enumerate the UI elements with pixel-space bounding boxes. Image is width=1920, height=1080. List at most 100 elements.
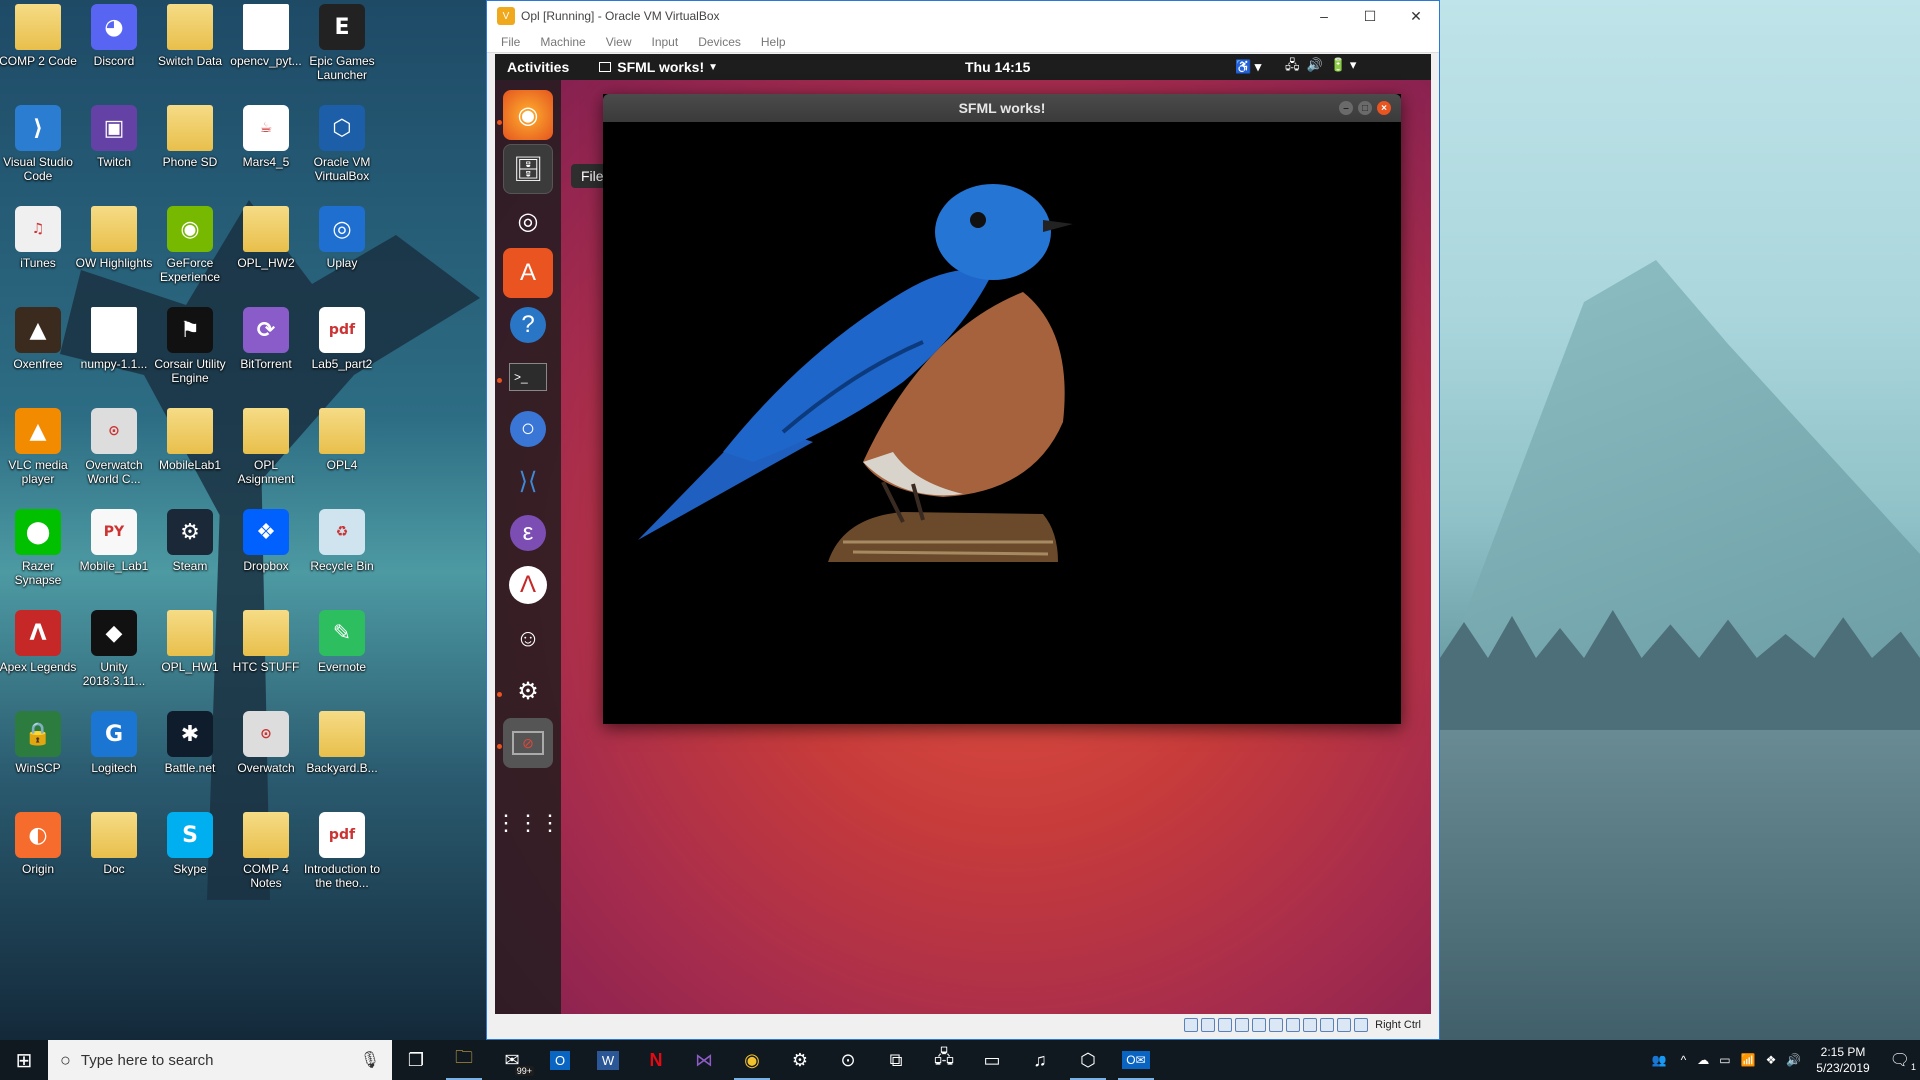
- desktop-icon[interactable]: ⚙ Steam: [152, 509, 228, 573]
- volume-icon[interactable]: 🔊: [1786, 1053, 1801, 1067]
- virtualbox-titlebar[interactable]: V Opl [Running] - Oracle VM VirtualBox –…: [487, 1, 1439, 31]
- sfml-app-icon[interactable]: ⊘: [503, 718, 553, 768]
- desktop-icon[interactable]: Switch Data: [152, 4, 228, 68]
- menu-file[interactable]: File: [501, 35, 520, 49]
- app-menu[interactable]: SFML works! ▼: [599, 59, 718, 75]
- menu-help[interactable]: Help: [761, 35, 786, 49]
- desktop-icon[interactable]: E Epic Games Launcher: [304, 4, 380, 82]
- desktop-icon[interactable]: pdf Introduction to the theo...: [304, 812, 380, 890]
- desktop-icon[interactable]: 🔒 WinSCP: [0, 711, 76, 775]
- desktop-icon[interactable]: ✎ Evernote: [304, 610, 380, 674]
- desktop-icon[interactable]: Phone SD: [152, 105, 228, 169]
- steam-taskbar-icon[interactable]: ⚙: [776, 1040, 824, 1080]
- optical-drive-icon[interactable]: [1201, 1018, 1216, 1032]
- sfml-maximize-button[interactable]: □: [1358, 101, 1372, 115]
- desktop-icon[interactable]: ⬤ Razer Synapse: [0, 509, 76, 587]
- desktop-icon[interactable]: ◐ Origin: [0, 812, 76, 876]
- desktop-icon[interactable]: OPL_HW2: [228, 206, 304, 270]
- mail-taskbar-icon[interactable]: ✉ 99+: [488, 1040, 536, 1080]
- desktop-icon[interactable]: ◉ GeForce Experience: [152, 206, 228, 284]
- desktop-icon[interactable]: ♻ Recycle Bin: [304, 509, 380, 573]
- vscode-icon[interactable]: ⟩⟨: [503, 456, 553, 506]
- desktop-icon[interactable]: OW Highlights: [76, 206, 152, 270]
- rhythmbox-icon[interactable]: ◎: [503, 196, 553, 246]
- desktop-icon[interactable]: ⚑ Corsair Utility Engine: [152, 307, 228, 385]
- terminal-taskbar-icon[interactable]: ▭: [968, 1040, 1016, 1080]
- keyboard-icon[interactable]: [1354, 1018, 1369, 1032]
- show-hidden-icons-button[interactable]: ^: [1681, 1053, 1687, 1067]
- apex-legends-icon[interactable]: Λ: [503, 560, 553, 610]
- desktop-icon[interactable]: ⊙ Overwatch World C...: [76, 408, 152, 486]
- desktop-icon[interactable]: G Logitech: [76, 711, 152, 775]
- visual-studio-taskbar-icon[interactable]: ⋈: [680, 1040, 728, 1080]
- desktop-icon[interactable]: ▣ Twitch: [76, 105, 152, 169]
- guest-display[interactable]: Activities SFML works! ▼ Thu 14:15 ♿ ▾ 🖧…: [495, 54, 1431, 1014]
- outlook-mail-taskbar-icon[interactable]: O✉: [1112, 1040, 1160, 1080]
- action-center-icon[interactable]: 🗨 1: [1890, 1050, 1916, 1072]
- menu-devices[interactable]: Devices: [698, 35, 741, 49]
- chrome-taskbar-icon[interactable]: ◉: [728, 1040, 776, 1080]
- close-button[interactable]: ✕: [1393, 1, 1439, 31]
- desktop-icon[interactable]: ⟩ Visual Studio Code: [0, 105, 76, 183]
- desktop-icon[interactable]: ◎ Uplay: [304, 206, 380, 270]
- windows-start-button[interactable]: ⊞: [0, 1040, 48, 1080]
- settings-icon[interactable]: ⚙: [503, 666, 553, 716]
- desktop-icon[interactable]: numpy-1.1...: [76, 307, 152, 371]
- audio-icon[interactable]: [1218, 1018, 1233, 1032]
- onedrive-icon[interactable]: ☁: [1697, 1053, 1709, 1067]
- sfml-minimize-button[interactable]: –: [1339, 101, 1353, 115]
- show-applications-icon[interactable]: ⋮⋮⋮: [495, 798, 561, 848]
- sfml-window[interactable]: SFML works! – □ ×: [603, 94, 1401, 724]
- desktop-icon[interactable]: ☕ Mars4_5: [228, 105, 304, 169]
- desktop-icon[interactable]: ▲ Oxenfree: [0, 307, 76, 371]
- hard-disk-icon[interactable]: [1184, 1018, 1199, 1032]
- dropbox-tray-icon[interactable]: ❖: [1766, 1053, 1777, 1067]
- system-status-menu[interactable]: 🖧 🔊 🔋 ▾: [1285, 56, 1356, 78]
- battery-icon[interactable]: ▭: [1719, 1053, 1730, 1067]
- desktop-icon[interactable]: ◕ Discord: [76, 4, 152, 68]
- topbar-clock[interactable]: Thu 14:15: [965, 59, 1030, 75]
- network-icon[interactable]: [1235, 1018, 1250, 1032]
- desktop-icon[interactable]: COMP 2 Code: [0, 4, 77, 68]
- game-icon[interactable]: ☺: [503, 614, 553, 664]
- terminal-icon[interactable]: >_: [503, 352, 553, 402]
- help-icon[interactable]: ?: [503, 300, 553, 350]
- desktop-icon[interactable]: Backyard.B...: [304, 711, 380, 775]
- virtualbox-taskbar-icon[interactable]: ⬡: [1064, 1040, 1112, 1080]
- desktop-icon[interactable]: ⬡ Oracle VM VirtualBox: [304, 105, 380, 183]
- menu-machine[interactable]: Machine: [540, 35, 585, 49]
- video-capture-icon[interactable]: [1303, 1018, 1318, 1032]
- activities-button[interactable]: Activities: [507, 59, 569, 75]
- desktop-icon[interactable]: COMP 4 Notes: [228, 812, 304, 890]
- desktop-icon[interactable]: HTC STUFF: [228, 610, 304, 674]
- menu-view[interactable]: View: [606, 35, 632, 49]
- usb-icon[interactable]: [1252, 1018, 1267, 1032]
- search-box[interactable]: ○ Type here to search 🎙: [48, 1040, 392, 1080]
- vt-x-icon[interactable]: [1320, 1018, 1335, 1032]
- desktop-icon[interactable]: MobileLab1: [152, 408, 228, 472]
- desktop-icon[interactable]: OPL Asignment: [228, 408, 304, 486]
- maximize-button[interactable]: ☐: [1347, 1, 1393, 31]
- desktop-icon[interactable]: PY Mobile_Lab1: [76, 509, 152, 573]
- shared-folders-icon[interactable]: [1269, 1018, 1284, 1032]
- desktop-icon[interactable]: Doc: [76, 812, 152, 876]
- desktop-icon[interactable]: S Skype: [152, 812, 228, 876]
- software-center-icon[interactable]: A: [503, 248, 553, 298]
- desktop-icon[interactable]: ♫ iTunes: [0, 206, 76, 270]
- netflix-taskbar-icon[interactable]: N: [632, 1040, 680, 1080]
- desktop-icon[interactable]: ✱ Battle.net: [152, 711, 228, 775]
- desktop-icon[interactable]: OPL_HW1: [152, 610, 228, 674]
- desktop-icon[interactable]: Λ Apex Legends: [0, 610, 76, 674]
- desktop-icon[interactable]: OPL4: [304, 408, 380, 472]
- microphone-icon[interactable]: 🎙: [360, 1050, 380, 1070]
- accessibility-icon[interactable]: ♿ ▾: [1235, 59, 1261, 75]
- people-icon[interactable]: 👥: [1652, 1053, 1667, 1067]
- desktop-icon[interactable]: ◆ Unity 2018.3.11...: [76, 610, 152, 688]
- files-icon[interactable]: 🗄: [503, 144, 553, 194]
- overwatch-taskbar-icon[interactable]: ⊙: [824, 1040, 872, 1080]
- outlook-taskbar-icon[interactable]: O: [536, 1040, 584, 1080]
- firefox-icon[interactable]: ◉: [503, 90, 553, 140]
- chromium-icon[interactable]: ○: [503, 404, 553, 454]
- remote-desktop-taskbar-icon[interactable]: 🖧: [920, 1040, 968, 1080]
- itunes-taskbar-icon[interactable]: ♫: [1016, 1040, 1064, 1080]
